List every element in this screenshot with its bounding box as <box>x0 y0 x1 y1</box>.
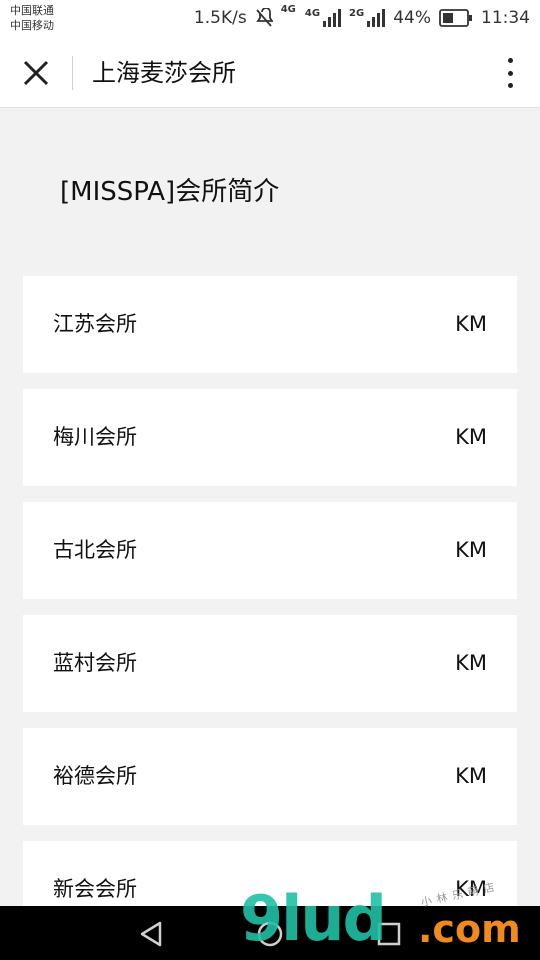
system-nav-bar <box>0 906 540 960</box>
signal-bars-2: 2G <box>349 8 386 27</box>
club-name: 江苏会所 <box>53 312 137 336</box>
main-content[interactable]: [MISSPA]会所简介 江苏会所 KM 梅川会所 KM 古北会所 KM 蓝村会… <box>0 108 540 938</box>
recent-apps-icon <box>377 922 401 946</box>
more-vertical-icon <box>507 58 513 63</box>
mute-icon <box>255 8 273 28</box>
carrier-2: 中国移动 <box>10 19 54 32</box>
nav-recent-button[interactable] <box>376 921 402 947</box>
nav-back-button[interactable] <box>136 920 166 948</box>
page-title: 上海麦莎会所 <box>92 59 236 87</box>
network-label-1-small: 4G <box>304 8 321 19</box>
battery-icon <box>439 9 473 27</box>
section-title: [MISSPA]会所简介 <box>60 177 280 207</box>
club-name: 古北会所 <box>53 538 137 562</box>
clock: 11:34 <box>481 8 530 28</box>
more-dot <box>507 83 513 88</box>
more-options-button[interactable] <box>502 56 518 90</box>
title-bar: 上海麦莎会所 <box>0 38 540 108</box>
close-icon <box>23 60 49 86</box>
club-distance: KM <box>455 877 487 901</box>
club-name: 新会会所 <box>53 877 137 901</box>
more-dot <box>507 70 513 76</box>
signal-bars-1: 4G <box>304 8 342 27</box>
network-label-1: 4G <box>280 4 296 15</box>
club-item[interactable]: 梅川会所 KM <box>23 389 517 486</box>
network-label-2: 2G <box>349 8 365 19</box>
club-distance: KM <box>455 425 487 449</box>
carrier-info: 中国联通 中国移动 <box>10 3 54 33</box>
club-item[interactable]: 裕德会所 KM <box>23 728 517 825</box>
club-distance: KM <box>455 538 487 562</box>
club-distance: KM <box>455 312 487 336</box>
club-item[interactable]: 古北会所 KM <box>23 502 517 599</box>
signal-bars-icon <box>323 9 342 27</box>
club-name: 蓝村会所 <box>53 651 137 675</box>
carrier-1: 中国联通 <box>10 4 54 17</box>
nav-home-button[interactable] <box>256 920 284 948</box>
net-speed: 1.5K/s <box>193 8 247 28</box>
signal-bars-icon <box>367 9 386 27</box>
club-item[interactable]: 蓝村会所 KM <box>23 615 517 712</box>
club-distance: KM <box>455 764 487 788</box>
club-distance: KM <box>455 651 487 675</box>
club-list: 江苏会所 KM 梅川会所 KM 古北会所 KM 蓝村会所 KM 裕德会所 KM … <box>23 276 517 954</box>
club-name: 梅川会所 <box>53 425 137 449</box>
close-button[interactable] <box>20 57 52 89</box>
title-divider <box>72 56 73 90</box>
back-triangle-icon <box>140 921 162 947</box>
signal-4g: 4G <box>281 5 297 23</box>
club-name: 裕德会所 <box>53 764 137 788</box>
club-item[interactable]: 江苏会所 KM <box>23 276 517 373</box>
status-indicators: 1.5K/s 4G 4G 2G 44% 11:34 <box>193 5 530 30</box>
battery-percent: 44% <box>393 8 431 28</box>
status-bar: 中国联通 中国移动 1.5K/s 4G 4G 2G 44% 11:34 <box>0 0 540 38</box>
home-circle-icon <box>257 921 283 947</box>
